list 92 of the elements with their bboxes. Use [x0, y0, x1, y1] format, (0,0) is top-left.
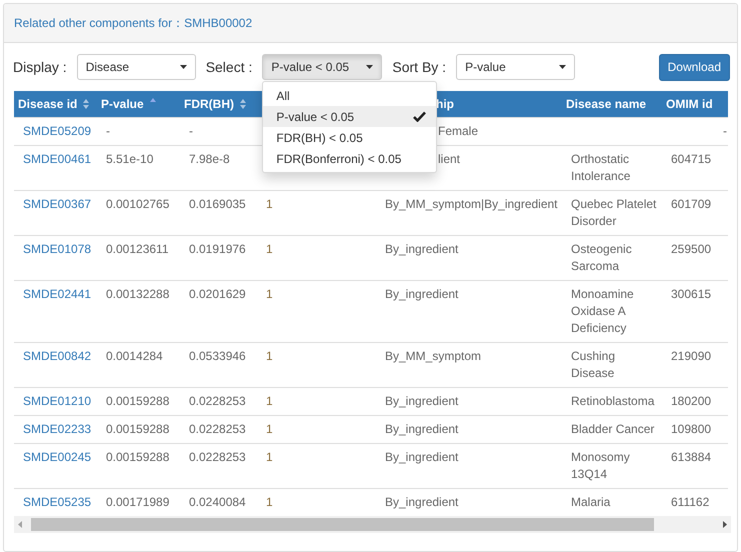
table-cell: 109800 — [671, 422, 712, 436]
filter-select[interactable]: P-value — [456, 54, 576, 80]
table-cell: 0.0533946 — [189, 348, 246, 362]
caret-icon — [559, 65, 566, 69]
table-cell: 0.00102765 — [106, 196, 170, 210]
filter-select[interactable]: Disease — [76, 54, 196, 80]
table-cell: Cushing Disease — [571, 348, 616, 380]
table-cell: Malaria — [571, 494, 610, 508]
filter-select[interactable]: P-value < 0.05 — [262, 54, 382, 80]
dropdown-option[interactable]: P-value < 0.05 — [263, 106, 436, 127]
table-cell: Female — [438, 124, 478, 138]
table-cell: 0.00132288 — [106, 286, 170, 300]
table-cell: By_ingredient — [385, 394, 458, 408]
disease-id-link[interactable]: SMDE00461 — [23, 152, 92, 166]
table-cell: Retinoblastoma — [571, 394, 654, 408]
table-cell: Quebec Platelet Disorder — [571, 196, 656, 228]
caret-icon — [366, 65, 374, 69]
column-header[interactable]: OMIM id — [662, 91, 722, 117]
component-id-link[interactable]: SMHB00002 — [184, 16, 252, 30]
column-header[interactable]: P-value — [97, 91, 180, 117]
sort-icon[interactable] — [83, 98, 90, 109]
check-icon — [413, 111, 426, 122]
table-cell: 601709 — [671, 196, 712, 210]
table-cell: 1 — [266, 286, 273, 300]
dropdown-option[interactable]: FDR(BH) < 0.05 — [263, 127, 436, 148]
column-header[interactable]: Disease id — [14, 91, 97, 117]
table-cell: 0.0169035 — [189, 196, 246, 210]
disease-id-link[interactable]: SMDE05235 — [23, 494, 92, 508]
disease-id-link[interactable]: SMDE01210 — [23, 394, 92, 408]
table-cell: 0.00171989 — [106, 494, 170, 508]
disease-id-link[interactable]: SMDE01078 — [23, 242, 92, 256]
table-cell: 0.0191976 — [189, 242, 246, 256]
download-button[interactable]: Download — [658, 54, 730, 80]
table-cell: 1 — [266, 348, 273, 362]
table-cell: 1 — [266, 422, 273, 436]
table-cell: Bladder Cancer — [571, 422, 654, 436]
table-cell: 604715 — [671, 152, 712, 166]
table-cell: 611162 — [671, 494, 710, 508]
filter-label: Select : — [206, 59, 252, 75]
table-cell: 0.0240084 — [189, 494, 246, 508]
table-cell: By_ingredient — [385, 286, 458, 300]
sort-ascending-icon[interactable] — [150, 98, 156, 102]
table-cell: 300615 — [671, 286, 712, 300]
table-cell: 0.0201629 — [189, 286, 246, 300]
table-cell: 1 — [266, 394, 273, 408]
table-cell: 219090 — [671, 348, 712, 362]
table-cell: 1 — [266, 450, 273, 464]
table-cell: 0.0228253 — [189, 394, 246, 408]
horizontal-scrollbar[interactable] — [14, 516, 731, 532]
table-cell: 0.00159288 — [106, 394, 170, 408]
table-cell: - — [723, 124, 727, 138]
table-cell: By_ingredient — [385, 450, 458, 464]
disease-id-link[interactable]: SMDE00842 — [23, 348, 92, 362]
disease-id-link[interactable]: SMDE02441 — [23, 286, 92, 300]
table-cell: By_ingredient — [385, 422, 458, 436]
disease-id-link[interactable]: SMDE00367 — [23, 196, 92, 210]
table-cell: - — [189, 124, 193, 138]
sort-icon[interactable] — [240, 98, 246, 109]
table-cell: 0.00123611 — [106, 242, 169, 256]
table-cell: 259500 — [671, 242, 712, 256]
disease-id-link[interactable]: SMDE05209 — [23, 124, 92, 138]
table-cell: By_ingredient — [385, 494, 458, 508]
table-cell: 1 — [266, 196, 273, 210]
table-cell: By_MM_symptom|By_ingredient — [385, 196, 558, 210]
table-cell: Orthostatic Intolerance — [571, 152, 630, 182]
table-cell: 180200 — [671, 394, 712, 408]
column-header[interactable]: Disease name — [562, 91, 662, 117]
table-cell: - — [106, 124, 110, 138]
table-cell: Monosomy 13Q14 — [571, 450, 630, 480]
table-cell: lient — [438, 152, 460, 166]
table-cell: 0.0228253 — [189, 422, 246, 436]
filter-label: Sort By : — [392, 59, 446, 75]
table-cell: Monoamine Oxidase A Deficiency — [571, 286, 634, 334]
table-cell: Osteogenic Sarcoma — [571, 242, 632, 272]
filter-label: Display : — [13, 59, 67, 75]
table-cell: 0.0014284 — [106, 348, 163, 362]
table-cell: 0.00159288 — [106, 450, 170, 464]
table-cell: By_ingredient — [385, 242, 458, 256]
caret-icon — [180, 65, 187, 69]
table-cell: 7.98e-8 — [189, 152, 230, 166]
dropdown-option[interactable]: FDR(Bonferroni) < 0.05 — [263, 148, 436, 169]
heading-label: Related other components for： — [14, 14, 184, 32]
table-cell: 0.00159288 — [106, 422, 170, 436]
table-cell: 0.0228253 — [189, 450, 246, 464]
column-header[interactable]: FDR(BH) — [180, 91, 257, 117]
disease-id-link[interactable]: SMDE02233 — [23, 422, 92, 436]
table-cell: By_MM_symptom — [385, 348, 482, 362]
table-cell: 1 — [266, 242, 273, 256]
table-cell: 613884 — [671, 450, 712, 464]
table-cell: 1 — [266, 494, 273, 508]
table-cell: 5.51e-10 — [106, 152, 154, 166]
disease-id-link[interactable]: SMDE00245 — [23, 450, 92, 464]
